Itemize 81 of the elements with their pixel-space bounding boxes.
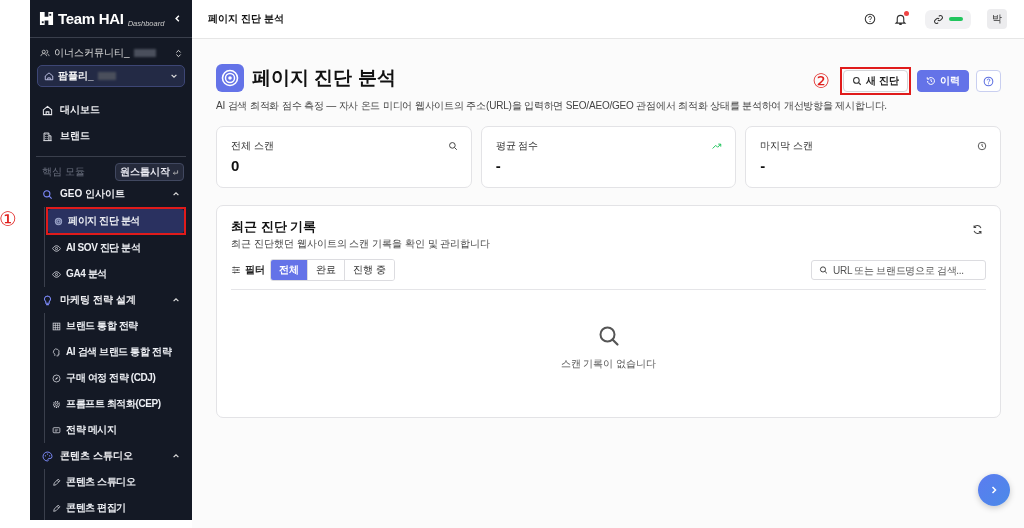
users-icon (40, 48, 50, 58)
stat-label: 전체 스캔 (231, 139, 274, 153)
chevron-up-down-icon[interactable] (175, 48, 182, 58)
logo-icon (39, 11, 54, 26)
nav-item[interactable]: 브랜드 (30, 123, 192, 149)
section-title: 최근 진단 기록 (231, 218, 318, 236)
chevron-left-icon (173, 14, 182, 23)
stat-label: 평균 점수 (495, 139, 539, 153)
project-select[interactable]: 팜플리_ (37, 65, 185, 87)
bulb-icon (42, 294, 53, 306)
eye-icon (52, 269, 61, 279)
link-icon (933, 13, 944, 25)
help-icon (864, 13, 876, 25)
redaction-blur (133, 49, 156, 57)
chevron-right-icon (989, 485, 999, 495)
search-field[interactable]: URL 또는 브랜드명으로 검색... (811, 260, 986, 280)
stat-value: 0 (231, 157, 241, 174)
gear-icon (52, 399, 61, 409)
target-icon (54, 216, 63, 226)
refresh-icon (972, 224, 983, 235)
filter-label: 필터 (245, 263, 265, 277)
chevron-down-icon (170, 72, 178, 80)
search-icon (596, 324, 621, 348)
history-button[interactable]: 이력 (917, 70, 969, 92)
target-icon (216, 64, 244, 92)
nav-item[interactable]: AI 검색 브랜드 통합 전략 (46, 339, 192, 365)
filter-tab[interactable]: 전체 (271, 260, 307, 280)
pen-icon (52, 503, 61, 513)
search-icon (819, 265, 829, 275)
nav-group[interactable]: GEO 인사이트 (30, 181, 192, 207)
expand-button[interactable] (978, 474, 1010, 506)
bell-icon (894, 12, 907, 26)
stat-label: 마지막 스캔 (760, 139, 814, 153)
building-icon (42, 130, 53, 142)
logo-text: Team HAI (58, 10, 124, 27)
eye-icon (52, 243, 61, 253)
search-icon (42, 188, 53, 200)
home-icon (42, 104, 53, 116)
nav-item[interactable]: 프롬프트 최적화(CEP) (46, 391, 192, 417)
search-icon (447, 141, 458, 151)
page-title: 페이지 진단 분석 (252, 66, 396, 90)
organization-name: 이너스커뮤니티_ (54, 46, 130, 60)
nav-item[interactable]: 구매 여정 전략 (CDJ) (46, 365, 192, 391)
grid-icon (52, 321, 61, 331)
palette-icon (42, 450, 53, 462)
nav-item[interactable]: 콘텐츠 편집기 (46, 495, 192, 520)
nav-item[interactable]: 대시보드 (30, 97, 192, 123)
section-label: 핵심 모듈 (42, 165, 85, 179)
head-icon (52, 347, 61, 357)
nav-group[interactable]: 마케팅 전략 설계 (30, 287, 192, 313)
filter-tab[interactable]: 진행 중 (344, 260, 394, 280)
pen-icon (52, 477, 61, 487)
section-subtitle: 최근 진단했던 웹사이트의 스캔 기록을 확인 및 관리합니다 (231, 237, 491, 251)
page-description: AI 검색 최적화 점수 측정 — 자사 온드 미디어 웹사이트의 주소(URL)을 입력하면 SEO/AEO/GEO 관점에서 최적화 상태를 분석하여 개선방향을 제시합니다. (216, 99, 888, 113)
stat-value: - (760, 157, 767, 174)
search-icon (852, 76, 863, 86)
nav-item[interactable]: AI SOV 진단 분석 (46, 235, 192, 261)
nav-group[interactable]: 콘텐츠 스튜디오 (30, 443, 192, 469)
home-icon (44, 71, 54, 81)
annotation-number: ② (812, 71, 831, 91)
empty-state-text: 스캔 기록이 없습니다 (560, 357, 657, 371)
nav-item[interactable]: 콘텐츠 스튜디오 (46, 469, 192, 495)
user-avatar[interactable]: 박 (987, 9, 1007, 29)
quick-start-button[interactable]: 원스톱시작 (115, 163, 184, 181)
nav-item[interactable]: 전략 메시지 (46, 417, 192, 443)
history-icon (926, 76, 936, 86)
message-icon (52, 425, 61, 435)
help-icon (983, 75, 994, 87)
nav-item[interactable]: 페이지 진단 분석 (48, 209, 184, 233)
compass-icon (52, 373, 61, 383)
header-title: 페이지 진단 분석 (208, 12, 284, 26)
return-icon (172, 168, 179, 176)
filter-icon (231, 265, 241, 275)
clock-icon (977, 141, 987, 151)
connection-status[interactable] (925, 9, 971, 29)
stat-value: - (495, 157, 502, 174)
nav-item[interactable]: 브랜드 통합 전략 (46, 313, 192, 339)
annotation-number: ① (0, 209, 17, 229)
trend-up-icon (712, 141, 723, 151)
nav-item[interactable]: GA4 분석 (46, 261, 192, 287)
new-scan-button[interactable]: 새 진단 (843, 70, 908, 92)
